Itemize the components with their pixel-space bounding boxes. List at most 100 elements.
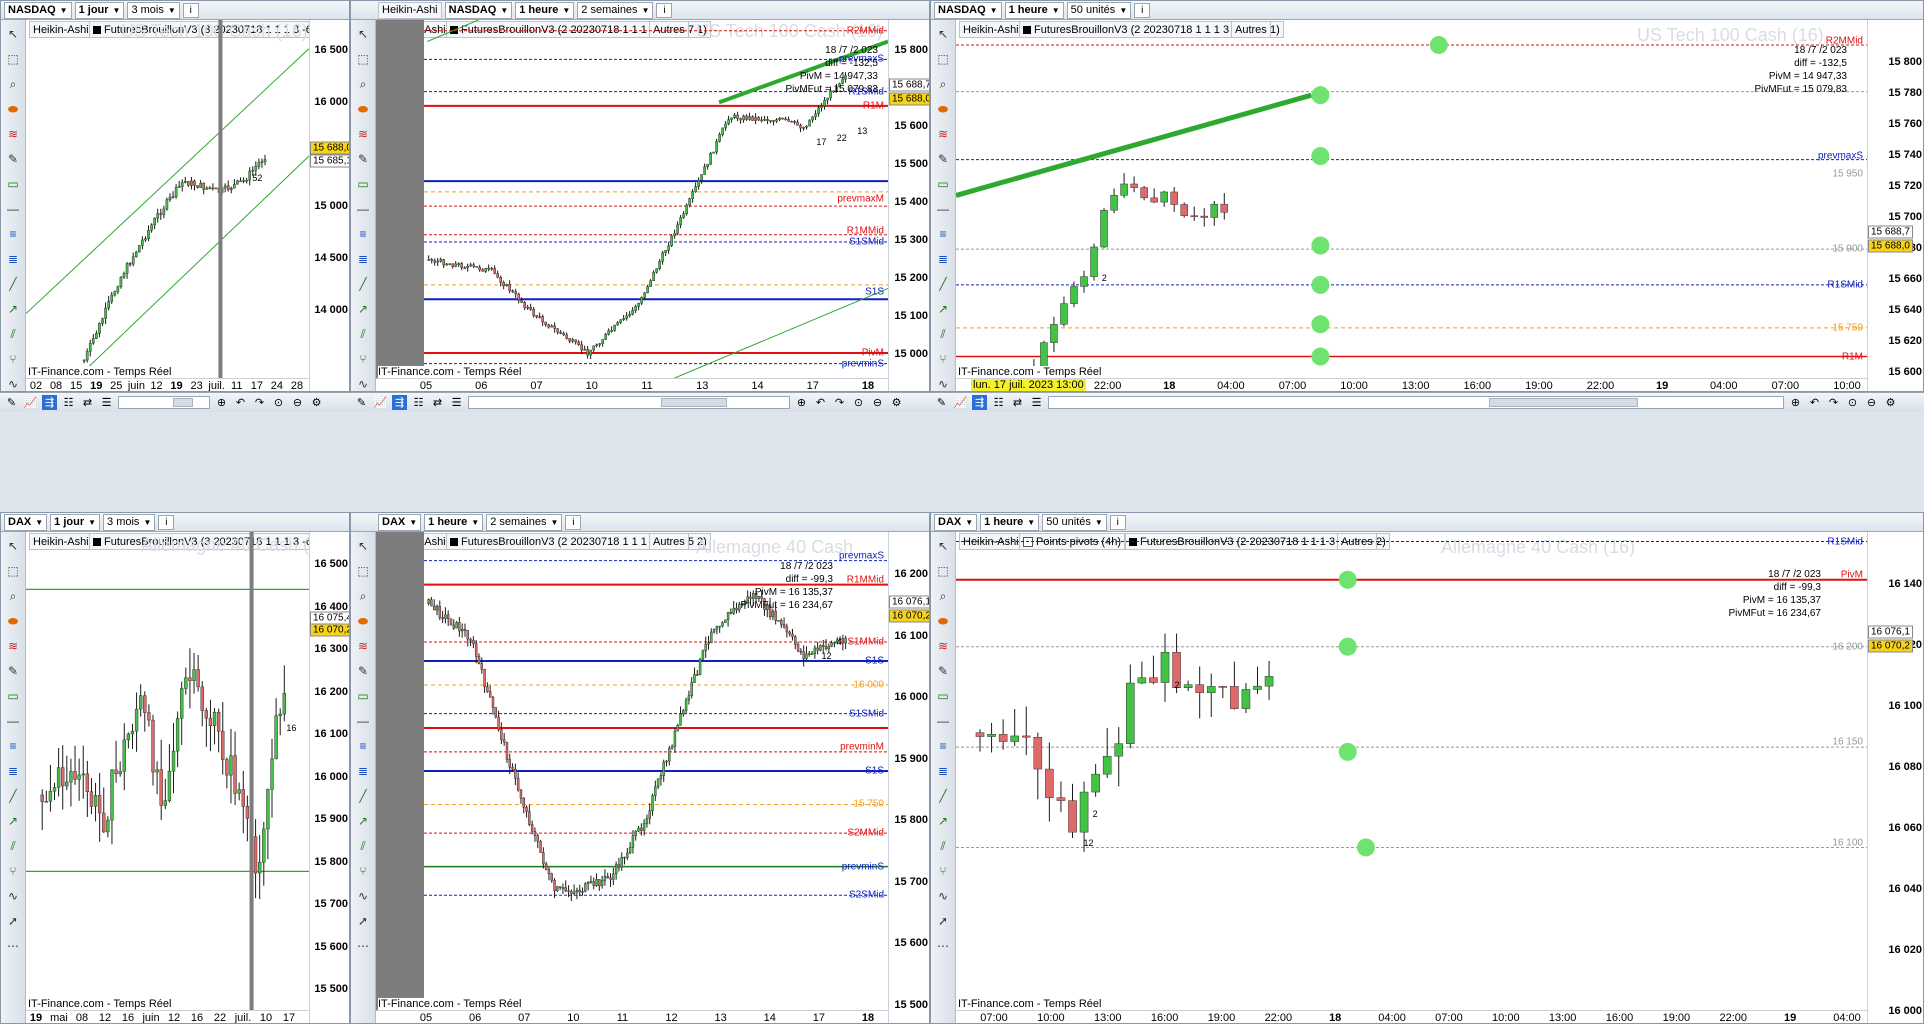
channel-icon[interactable]: ⫽ [935, 326, 951, 342]
fibonacci-icon[interactable]: ≋ [5, 126, 21, 142]
price-axis[interactable]: 16 14016 12016 10016 08016 06016 04016 0… [1867, 532, 1923, 1023]
symbol-select[interactable]: NASDAQ ▼ [444, 1, 513, 19]
arrow-icon[interactable]: ➚ [355, 913, 371, 929]
fib-f-icon[interactable]: ≡ [5, 738, 21, 754]
cursor-icon[interactable]: ↖ [935, 26, 951, 42]
horizontal-scrollbar[interactable] [468, 396, 790, 409]
ellipse-icon[interactable]: ⬬ [5, 101, 21, 117]
trendline-icon[interactable]: ╱ [935, 788, 951, 804]
cursor-icon[interactable]: ↖ [935, 538, 951, 554]
pencil-icon[interactable]: ✎ [5, 663, 21, 679]
horizontal-line-icon[interactable]: — [935, 201, 951, 217]
chart-pane-dax-hourly[interactable]: DAX ▼ 1 heure ▼ 2 semaines ▼ i ↖ ⬚ ⌕ ⬬ ≋ ✎ ▭ — ≡ ≣ ╱ ↗… [350, 512, 930, 1024]
wave-icon[interactable]: ∿ [355, 888, 371, 904]
price-plot[interactable]: prevmaxS R1MMid S1MMid S1S 16 000 S1SMid prevm… [376, 532, 888, 1010]
redo-icon[interactable]: ↷ [252, 395, 267, 410]
indicators-icon[interactable]: ☷ [61, 395, 76, 410]
wave-icon[interactable]: ∿ [5, 376, 21, 391]
rectangle-icon[interactable]: ▭ [5, 688, 21, 704]
zoom-in-icon[interactable]: ⊕ [1788, 395, 1803, 410]
scrollbar-thumb[interactable] [661, 398, 727, 407]
fibonacci-icon[interactable]: ≋ [935, 638, 951, 654]
zoom-out-icon[interactable]: ⊖ [290, 395, 305, 410]
horizontal-line-icon[interactable]: — [5, 713, 21, 729]
redo-icon[interactable]: ↷ [832, 395, 847, 410]
rectangle-icon[interactable]: ▭ [5, 176, 21, 192]
pitchfork-icon[interactable]: ⑂ [5, 863, 21, 879]
scrollbar-thumb[interactable] [173, 398, 193, 407]
chart-pane-dax-50[interactable]: DAX ▼ 1 heure ▼ 50 unités ▼ i ↖ ⬚ ⌕ ⬬ ≋ ✎ ▭ — ≡ ≣ ╱ ↗ ⫽… [930, 512, 1924, 1024]
trendline-icon[interactable]: ╱ [5, 276, 21, 292]
price-axis[interactable]: 16 50016 00015 50015 00014 50014 00015 6… [309, 20, 349, 391]
price-plot[interactable]: 16 [26, 532, 309, 1010]
range-select[interactable]: 3 mois ▼ [103, 513, 156, 531]
range-select[interactable]: 2 semaines ▼ [486, 513, 563, 531]
channel-icon[interactable]: ⫽ [5, 838, 21, 854]
zoom-in-icon[interactable]: ⊕ [214, 395, 229, 410]
select-icon[interactable]: ⬚ [5, 563, 21, 579]
channel-icon[interactable]: ⫽ [355, 838, 371, 854]
pencil-icon[interactable]: ✎ [355, 663, 371, 679]
cursor-icon[interactable]: ↖ [355, 538, 371, 554]
price-axis[interactable]: 16 500 16 400 16 300 16 200 16 100 16 000 15 9… [309, 532, 349, 1023]
zoom-icon[interactable]: ⌕ [935, 588, 951, 604]
compare-icon[interactable]: ⇄ [80, 395, 95, 410]
more-icon[interactable]: ⋯ [935, 938, 951, 954]
pitchfork-icon[interactable]: ⑂ [355, 863, 371, 879]
trendline-icon[interactable]: ╱ [355, 276, 371, 292]
pitchfork-icon[interactable]: ⑂ [935, 351, 951, 367]
settings-icon[interactable]: ⚙ [889, 395, 904, 410]
ray-icon[interactable]: ↗ [5, 813, 21, 829]
select-icon[interactable]: ⬚ [5, 51, 21, 67]
time-axis[interactable]: 19:0022:001804:0007:0010:0013:0016:0019:… [956, 378, 1867, 391]
symbol-select[interactable]: NASDAQ ▼ [4, 1, 72, 19]
redo-icon[interactable]: ↷ [1826, 395, 1841, 410]
horizontal-line-icon[interactable]: — [5, 201, 21, 217]
cursor-icon[interactable]: ↖ [5, 538, 21, 554]
undo-icon[interactable]: ↶ [813, 395, 828, 410]
zoom-icon[interactable]: ⌕ [935, 76, 951, 92]
zoom-icon[interactable]: ⌕ [5, 588, 21, 604]
price-axis[interactable]: 16 200 16 100 16 000 15 900 15 800 15 700 15 6… [888, 532, 929, 1023]
settings-icon[interactable]: ⚙ [1883, 395, 1898, 410]
price-plot[interactable]: R1SMid PivM 16 200 16 150 16 100 18 /7 /2 023… [956, 532, 1867, 1010]
wave-icon[interactable]: ∿ [935, 888, 951, 904]
price-plot[interactable]: R2MMid prevmaxS R1SMid R1M prevmaxM R1MMid S1S… [376, 20, 888, 378]
symbol-select[interactable]: DAX ▼ [4, 513, 48, 531]
time-axis[interactable]: 07:00 10:00 13:00 16:00 19:00 22:00 18 04:00 07:… [956, 1010, 1867, 1023]
channel-icon[interactable]: ⫽ [355, 326, 371, 342]
share-icon[interactable]: ⇶ [42, 395, 57, 410]
horizontal-line-icon[interactable]: — [935, 713, 951, 729]
fib-f2-icon[interactable]: ≣ [355, 763, 371, 779]
pencil-icon[interactable]: ✎ [5, 151, 21, 167]
horizontal-scrollbar[interactable] [118, 396, 210, 409]
info-icon[interactable]: i [182, 2, 199, 18]
chart-pane-dax-daily[interactable]: DAX ▼ 1 jour ▼ 3 mois ▼ i ↖ ⬚ ⌕ ⬬ ≋ ✎ ▭ — ≡ ≣ ╱ ↗ ⫽ ⑂ ∿ ➚ ⋯… [0, 512, 350, 1024]
ray-icon[interactable]: ↗ [355, 301, 371, 317]
price-axis[interactable]: 15 800 15 780 15 760 15 740 15 720 15 700 15 6… [1867, 20, 1923, 391]
ray-icon[interactable]: ↗ [355, 813, 371, 829]
rectangle-icon[interactable]: ▭ [355, 688, 371, 704]
fibonacci-icon[interactable]: ≋ [935, 126, 951, 142]
more-icon[interactable]: ⋯ [355, 938, 371, 954]
interval-select[interactable]: 1 heure ▼ [424, 513, 484, 531]
cursor-icon[interactable]: ↖ [355, 26, 371, 42]
ellipse-icon[interactable]: ⬬ [5, 613, 21, 629]
draw-icon[interactable]: ✎ [934, 395, 949, 410]
pencil-icon[interactable]: ✎ [355, 151, 371, 167]
scrollbar-thumb[interactable] [1489, 398, 1639, 407]
list-icon[interactable]: ☰ [99, 395, 114, 410]
interval-select[interactable]: 1 jour ▼ [74, 1, 125, 19]
trendline-icon[interactable]: ╱ [5, 788, 21, 804]
symbol-select[interactable]: DAX ▼ [378, 513, 422, 531]
fib-f-icon[interactable]: ≡ [5, 226, 21, 242]
fib-f-icon[interactable]: ≡ [355, 226, 371, 242]
info-icon[interactable]: i [565, 514, 582, 530]
fib-f2-icon[interactable]: ≣ [935, 763, 951, 779]
price-plot[interactable]: R2MMid prevmaxS 15 950 15 900 R1SMid 15 750 R1… [956, 20, 1867, 378]
info-icon[interactable]: i [158, 514, 175, 530]
wave-icon[interactable]: ∿ [935, 376, 951, 391]
chart-type-icon[interactable]: 📈 [23, 395, 38, 410]
info-icon[interactable]: i [1134, 2, 1151, 18]
trendline-icon[interactable]: ╱ [935, 276, 951, 292]
